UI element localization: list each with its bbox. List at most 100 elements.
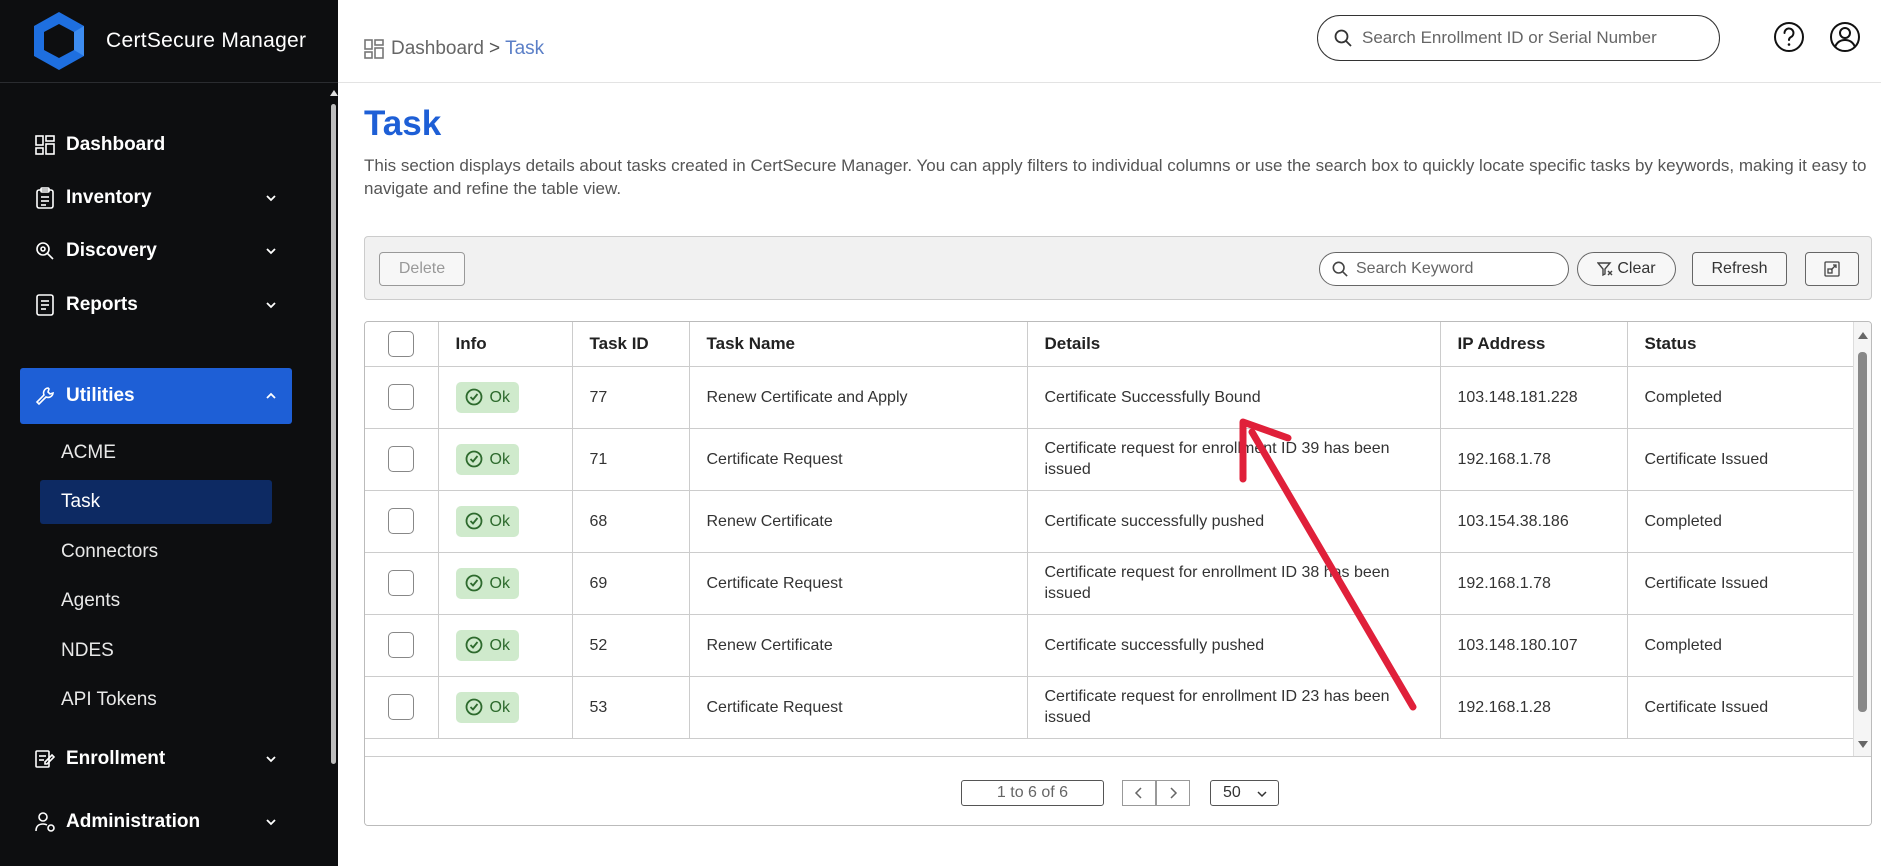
table-row[interactable]: Ok 68 Renew Certificate Certificate succ…	[365, 490, 1854, 553]
task-id-cell: 53	[572, 676, 690, 739]
app-name: CertSecure Manager	[106, 29, 307, 52]
column-header-ip-address[interactable]: IP Address	[1440, 322, 1628, 367]
ip-cell: 192.168.1.78	[1440, 428, 1628, 491]
breadcrumb-current: Task	[505, 38, 545, 59]
ok-badge: Ok	[455, 691, 519, 723]
global-search-input[interactable]	[1362, 28, 1702, 48]
sidebar-subitem-ndes[interactable]: NDES	[40, 629, 272, 673]
chevron-down-icon	[1257, 791, 1267, 798]
sidebar-subitem-label: API Tokens	[61, 689, 157, 710]
row-select-cell	[365, 676, 439, 739]
status-cell: Certificate Issued	[1627, 552, 1854, 615]
page-size-value: 50	[1223, 784, 1241, 801]
check-circle-icon	[465, 388, 482, 406]
certsecure-logo-icon	[34, 12, 84, 70]
table-row[interactable]: Ok 77 Renew Certificate and Apply Certif…	[365, 366, 1854, 429]
clear-label: Clear	[1617, 260, 1656, 277]
sidebar-subitem-acme[interactable]: ACME	[40, 431, 272, 475]
status-cell: Completed	[1627, 366, 1854, 429]
row-checkbox[interactable]	[388, 632, 415, 658]
select-all-checkbox[interactable]	[388, 330, 415, 357]
filter-clear-icon	[1597, 262, 1613, 277]
sidebar-item-discovery[interactable]: Discovery	[20, 223, 292, 279]
user-avatar-icon[interactable]	[1828, 20, 1862, 54]
refresh-button[interactable]: Refresh	[1692, 252, 1787, 286]
details-cell: Certificate Successfully Bound	[1027, 366, 1441, 429]
sidebar-scroll-thumb[interactable]	[331, 104, 336, 764]
check-circle-icon	[465, 698, 482, 716]
sidebar-nav: Dashboard Inventory Discovery Reports Ut…	[0, 83, 330, 866]
row-checkbox[interactable]	[388, 446, 415, 472]
sidebar-scrollbar[interactable]	[330, 90, 338, 765]
table-toolbar: Delete Clear Refresh	[364, 236, 1872, 300]
sidebar-item-administration[interactable]: Administration	[20, 794, 292, 850]
sidebar-item-dashboard[interactable]: Dashboard	[20, 117, 292, 173]
row-checkbox[interactable]	[388, 694, 415, 720]
column-header-task-id[interactable]: Task ID	[572, 322, 690, 367]
task-id-cell: 77	[572, 366, 690, 429]
check-circle-icon	[465, 574, 482, 592]
table-row[interactable]: Ok 71 Certificate Request Certificate re…	[365, 428, 1854, 491]
task-table-container: Info Task ID Task Name Details IP Addres…	[364, 321, 1872, 826]
info-cell: Ok	[438, 676, 573, 739]
sidebar-subitem-task[interactable]: Task	[40, 480, 272, 524]
chevron-down-icon	[266, 195, 276, 202]
sidebar-item-enrollment[interactable]: Enrollment	[20, 731, 292, 787]
global-search[interactable]	[1317, 15, 1720, 61]
clear-filter-button[interactable]: Clear	[1577, 252, 1676, 286]
page-size-select[interactable]: 50	[1210, 780, 1279, 806]
status-cell: Completed	[1627, 490, 1854, 553]
prev-page-button[interactable]	[1122, 780, 1156, 806]
export-icon	[1824, 261, 1840, 277]
sidebar-subitem-api-tokens[interactable]: API Tokens	[40, 678, 272, 722]
row-select-cell	[365, 428, 439, 491]
ip-cell: 103.154.38.186	[1440, 490, 1628, 553]
sidebar-item-reports[interactable]: Reports	[20, 277, 292, 333]
keyword-search-input[interactable]	[1356, 260, 1556, 278]
search-icon	[1334, 29, 1352, 47]
column-header-status[interactable]: Status	[1627, 322, 1854, 367]
sidebar-subitem-agents[interactable]: Agents	[40, 579, 272, 623]
top-bar: Dashboard > Task	[338, 0, 1881, 83]
status-cell: Certificate Issued	[1627, 676, 1854, 739]
task-id-cell: 71	[572, 428, 690, 491]
task-name-cell: Renew Certificate and Apply	[689, 366, 1028, 429]
ip-cell: 192.168.1.28	[1440, 676, 1628, 739]
info-cell: Ok	[438, 366, 573, 429]
report-icon	[34, 294, 56, 316]
column-header-details[interactable]: Details	[1027, 322, 1441, 367]
scroll-down-arrow-icon[interactable]	[1858, 741, 1868, 748]
table-row[interactable]: Ok 52 Renew Certificate Certificate succ…	[365, 614, 1854, 677]
sidebar-item-label: Utilities	[66, 385, 135, 406]
table-row[interactable]: Ok 69 Certificate Request Certificate re…	[365, 552, 1854, 615]
next-page-button[interactable]	[1156, 780, 1190, 806]
row-select-cell	[365, 490, 439, 553]
details-cell: Certificate successfully pushed	[1027, 490, 1441, 553]
breadcrumb-dashboard[interactable]: Dashboard	[391, 38, 484, 60]
delete-button[interactable]: Delete	[379, 252, 465, 286]
row-checkbox[interactable]	[388, 508, 415, 534]
info-cell: Ok	[438, 490, 573, 553]
sidebar-item-label: Enrollment	[66, 748, 166, 769]
row-checkbox[interactable]	[388, 384, 415, 410]
export-button[interactable]	[1805, 252, 1859, 286]
sidebar-subitem-label: Task	[61, 491, 101, 512]
scroll-up-arrow-icon[interactable]	[1858, 332, 1868, 339]
table-scrollbar[interactable]	[1853, 322, 1871, 756]
table-row[interactable]: Ok 53 Certificate Request Certificate re…	[365, 676, 1854, 739]
row-checkbox[interactable]	[388, 570, 415, 596]
column-header-info[interactable]: Info	[438, 322, 573, 367]
sidebar-item-inventory[interactable]: Inventory	[20, 170, 292, 226]
ok-badge: Ok	[455, 443, 519, 475]
table-scroll-thumb[interactable]	[1858, 352, 1867, 712]
keyword-search[interactable]	[1319, 252, 1569, 286]
help-icon[interactable]	[1772, 20, 1806, 54]
sidebar-subitem-connectors[interactable]: Connectors	[40, 530, 272, 574]
sidebar-item-label: Discovery	[66, 240, 157, 261]
column-header-task-name[interactable]: Task Name	[689, 322, 1028, 367]
task-id-cell: 52	[572, 614, 690, 677]
sidebar-item-utilities[interactable]: Utilities	[20, 368, 292, 424]
scroll-up-arrow-icon[interactable]	[330, 90, 338, 96]
select-all-cell	[365, 322, 439, 367]
sidebar-subitem-label: ACME	[61, 442, 116, 463]
